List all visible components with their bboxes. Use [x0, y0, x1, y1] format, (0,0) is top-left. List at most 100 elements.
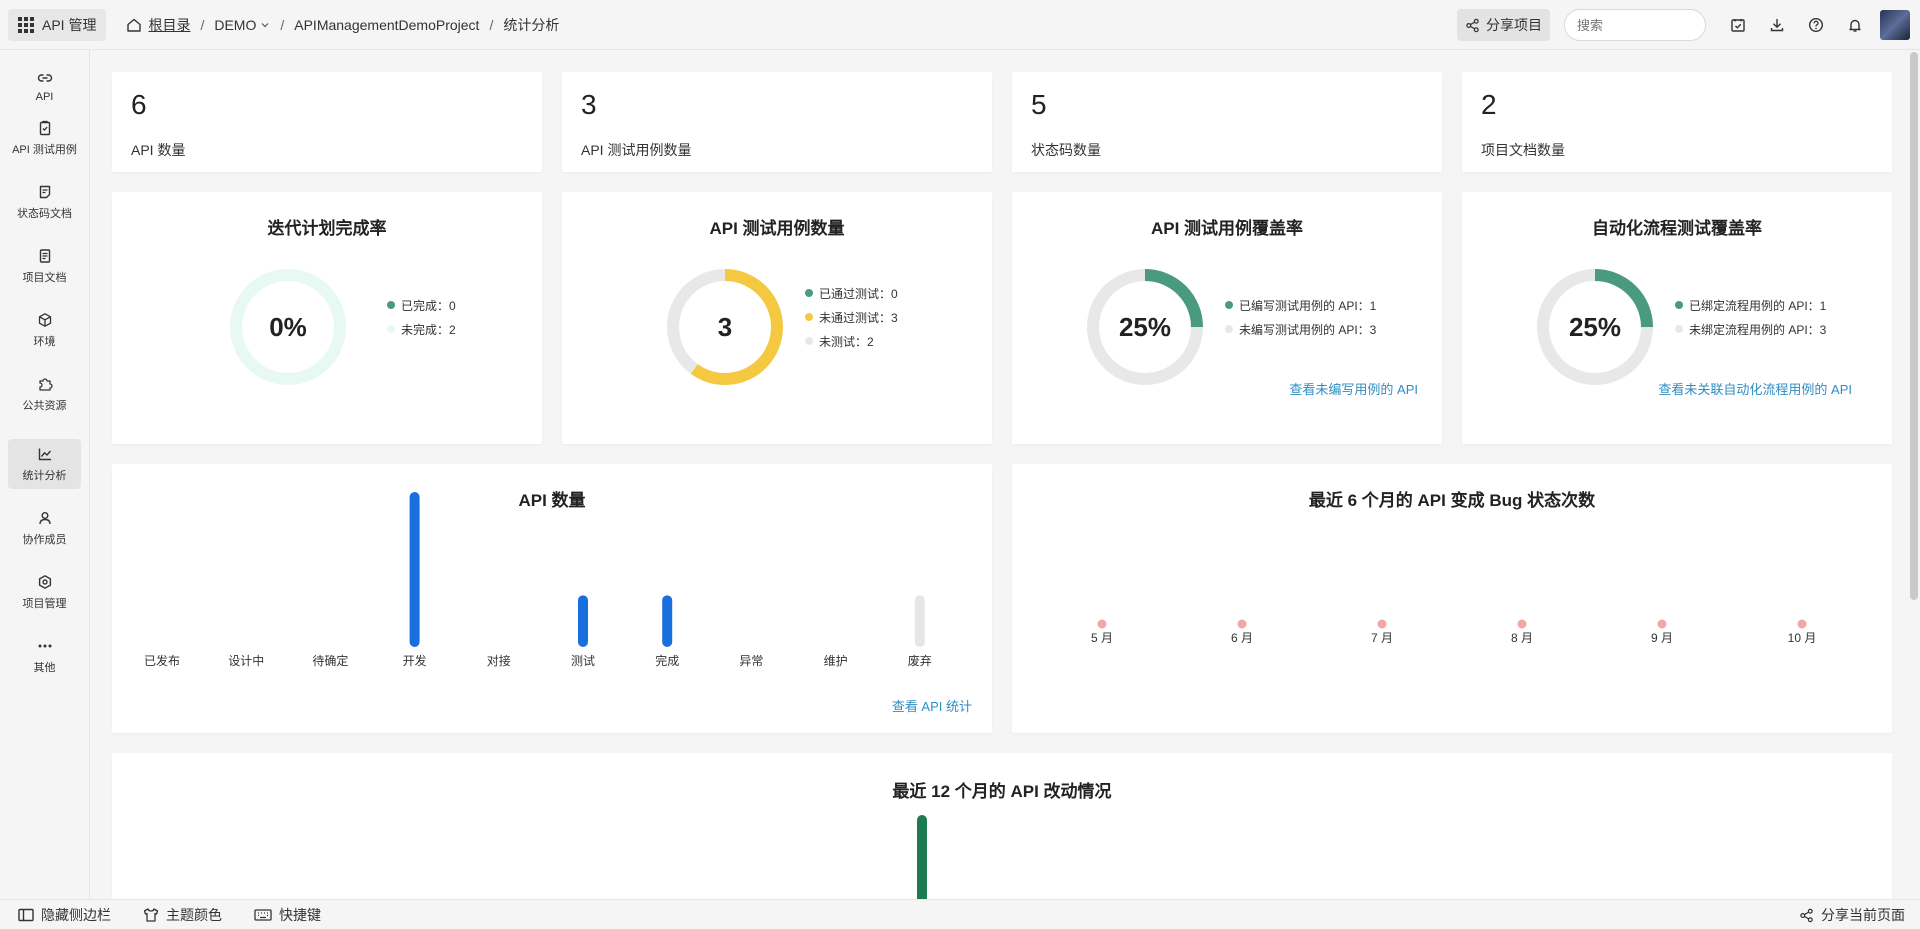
breadcrumb-team[interactable]: DEMO — [214, 17, 270, 33]
legend-item: 已通过测试：0 — [805, 281, 898, 305]
search-input[interactable] — [1564, 9, 1706, 41]
app-menu-button[interactable]: API 管理 — [8, 8, 107, 41]
users-icon — [38, 511, 51, 524]
donut-card-testcases: API 测试用例数量 3 已通过测试：0 未通过测试：3 未测试：2 — [562, 192, 992, 444]
sidebar-item-api[interactable]: API — [8, 61, 81, 111]
donut-center-value: 25% — [1118, 311, 1172, 342]
tick-label: 对接 — [487, 653, 511, 668]
bar — [914, 595, 925, 647]
breadcrumb-page: 统计分析 — [503, 16, 560, 33]
stat-label: 项目文档数量 — [1481, 142, 1565, 158]
chart-line-icon — [38, 448, 51, 460]
top-bar: API 管理 根目录 / DEMO / APIManagementDemoPro… — [0, 0, 1920, 50]
legend-dot — [805, 337, 813, 345]
bell-icon[interactable] — [1835, 9, 1874, 41]
donut-legend: 已绑定流程用例的 API：1 未绑定流程用例的 API：3 — [1675, 293, 1826, 341]
stat-value: 5 — [1031, 89, 1047, 120]
donut-legend: 已通过测试：0 未通过测试：3 未测试：2 — [805, 281, 898, 353]
donut-center-value: 25% — [1568, 311, 1622, 342]
link-icon — [37, 73, 52, 82]
tick-label: 完成 — [655, 653, 679, 668]
sidebar-item-more[interactable]: 其他 — [8, 631, 81, 681]
view-api-stats-link[interactable]: 查看 API 统计 — [892, 696, 972, 715]
stat-value: 2 — [1481, 89, 1497, 120]
bottom-bar: 隐藏侧边栏 主题颜色 快捷键 分享当前页面 — [0, 899, 1920, 929]
view-unlinked-automation-api-link[interactable]: 查看未关联自动化流程用例的 API — [1658, 379, 1852, 398]
tick-label: 开发 — [403, 653, 427, 668]
legend-item: 未完成：2 — [387, 317, 456, 341]
data-point — [1657, 619, 1667, 629]
puzzle-icon — [38, 377, 53, 391]
help-icon[interactable] — [1796, 9, 1835, 41]
stat-card-doc-count: 2 项目文档数量 — [1462, 72, 1892, 172]
legend-item: 已完成：0 — [387, 293, 456, 317]
change-bar — [917, 815, 927, 899]
breadcrumb-root[interactable]: 根目录 — [126, 15, 190, 35]
home-icon — [127, 18, 142, 32]
tick-label: 测试 — [571, 653, 595, 668]
donut-legend: 已编写测试用例的 API：1 未编写测试用例的 API：3 — [1225, 293, 1376, 341]
bar — [578, 595, 588, 647]
hide-sidebar-button[interactable]: 隐藏侧边栏 — [18, 905, 111, 925]
shortcuts-button[interactable]: 快捷键 — [254, 905, 321, 925]
card-title: 自动化流程测试覆盖率 — [1592, 219, 1762, 238]
stat-label: API 数量 — [131, 142, 186, 158]
legend-dot — [387, 325, 395, 333]
more-icon — [38, 644, 51, 647]
sidebar-item-status-codes[interactable]: 状态码文档 — [8, 177, 81, 227]
sidebar-item-project-docs[interactable]: 项目文档 — [8, 241, 81, 291]
cube-icon — [38, 312, 51, 327]
legend-dot — [1675, 301, 1683, 309]
tick-label: 废弃 — [908, 653, 932, 668]
breadcrumb-separator: / — [200, 16, 205, 33]
api-count-bar-chart: 已发布 设计中 待确定 开发 对接 测试 完成 异常 维护 废弃 — [144, 492, 932, 668]
share-project-button[interactable]: 分享项目 — [1457, 9, 1550, 41]
api-changes-chart-card: 最近 12 个月的 API 改动情况 — [112, 753, 1892, 899]
bar — [662, 595, 673, 647]
share-icon — [1800, 908, 1813, 922]
legend-item: 未测试：2 — [805, 329, 898, 353]
tick-label: 5 月 — [1091, 631, 1113, 645]
stat-value: 6 — [131, 89, 147, 120]
legend-item: 未编写测试用例的 API：3 — [1225, 317, 1376, 341]
download-icon[interactable] — [1757, 9, 1796, 41]
tick-label: 待确定 — [312, 653, 348, 668]
data-point — [1797, 619, 1807, 629]
legend-dot — [1675, 325, 1683, 333]
donut-legend: 已完成：0 未完成：2 — [387, 293, 456, 341]
stat-value: 3 — [581, 89, 597, 120]
tick-label: 8 月 — [1511, 631, 1533, 645]
breadcrumb-project[interactable]: APIManagementDemoProject — [294, 17, 479, 33]
donut-card-testcase-coverage: API 测试用例覆盖率 25% 已编写测试用例的 API：1 未编写测试用例的 … — [1012, 192, 1442, 444]
legend-dot — [387, 301, 395, 309]
sidebar-toggle-icon — [18, 908, 34, 921]
shirt-icon — [143, 907, 159, 922]
chevron-down-icon — [261, 22, 269, 27]
avatar[interactable] — [1880, 10, 1910, 40]
sidebar-item-environment[interactable]: 环境 — [8, 305, 81, 355]
calendar-check-icon[interactable] — [1718, 9, 1757, 41]
view-uncovered-api-link[interactable]: 查看未编写用例的 API — [1289, 379, 1418, 398]
donut-card-iteration: 迭代计划完成率 0% 已完成：0 未完成：2 — [112, 192, 542, 444]
tick-label: 维护 — [824, 654, 848, 668]
app-label: API 管理 — [42, 16, 97, 33]
theme-color-button[interactable]: 主题颜色 — [143, 905, 222, 925]
donut-center-value: 3 — [717, 311, 733, 342]
keyboard-icon — [254, 908, 272, 921]
share-page-button[interactable]: 分享当前页面 — [1799, 900, 1905, 929]
sidebar-item-api-testcases[interactable]: API 测试用例 — [8, 113, 81, 163]
gear-icon — [38, 574, 51, 589]
card-title: 迭代计划完成率 — [267, 219, 387, 238]
sidebar-item-shared-resources[interactable]: 公共资源 — [8, 369, 81, 419]
sidebar-item-statistics[interactable]: 统计分析 — [8, 439, 81, 489]
data-point — [1097, 619, 1107, 629]
tick-label: 已发布 — [144, 653, 180, 668]
tick-label: 9 月 — [1651, 631, 1673, 645]
sidebar-item-members[interactable]: 协作成员 — [8, 503, 81, 553]
page-scrollbar[interactable] — [1910, 52, 1918, 600]
bar — [409, 492, 420, 647]
sidebar-item-project-settings[interactable]: 项目管理 — [8, 567, 81, 617]
stat-label: 状态码数量 — [1031, 142, 1101, 158]
tick-label: 设计中 — [228, 653, 264, 668]
card-title: API 测试用例覆盖率 — [1150, 219, 1304, 238]
